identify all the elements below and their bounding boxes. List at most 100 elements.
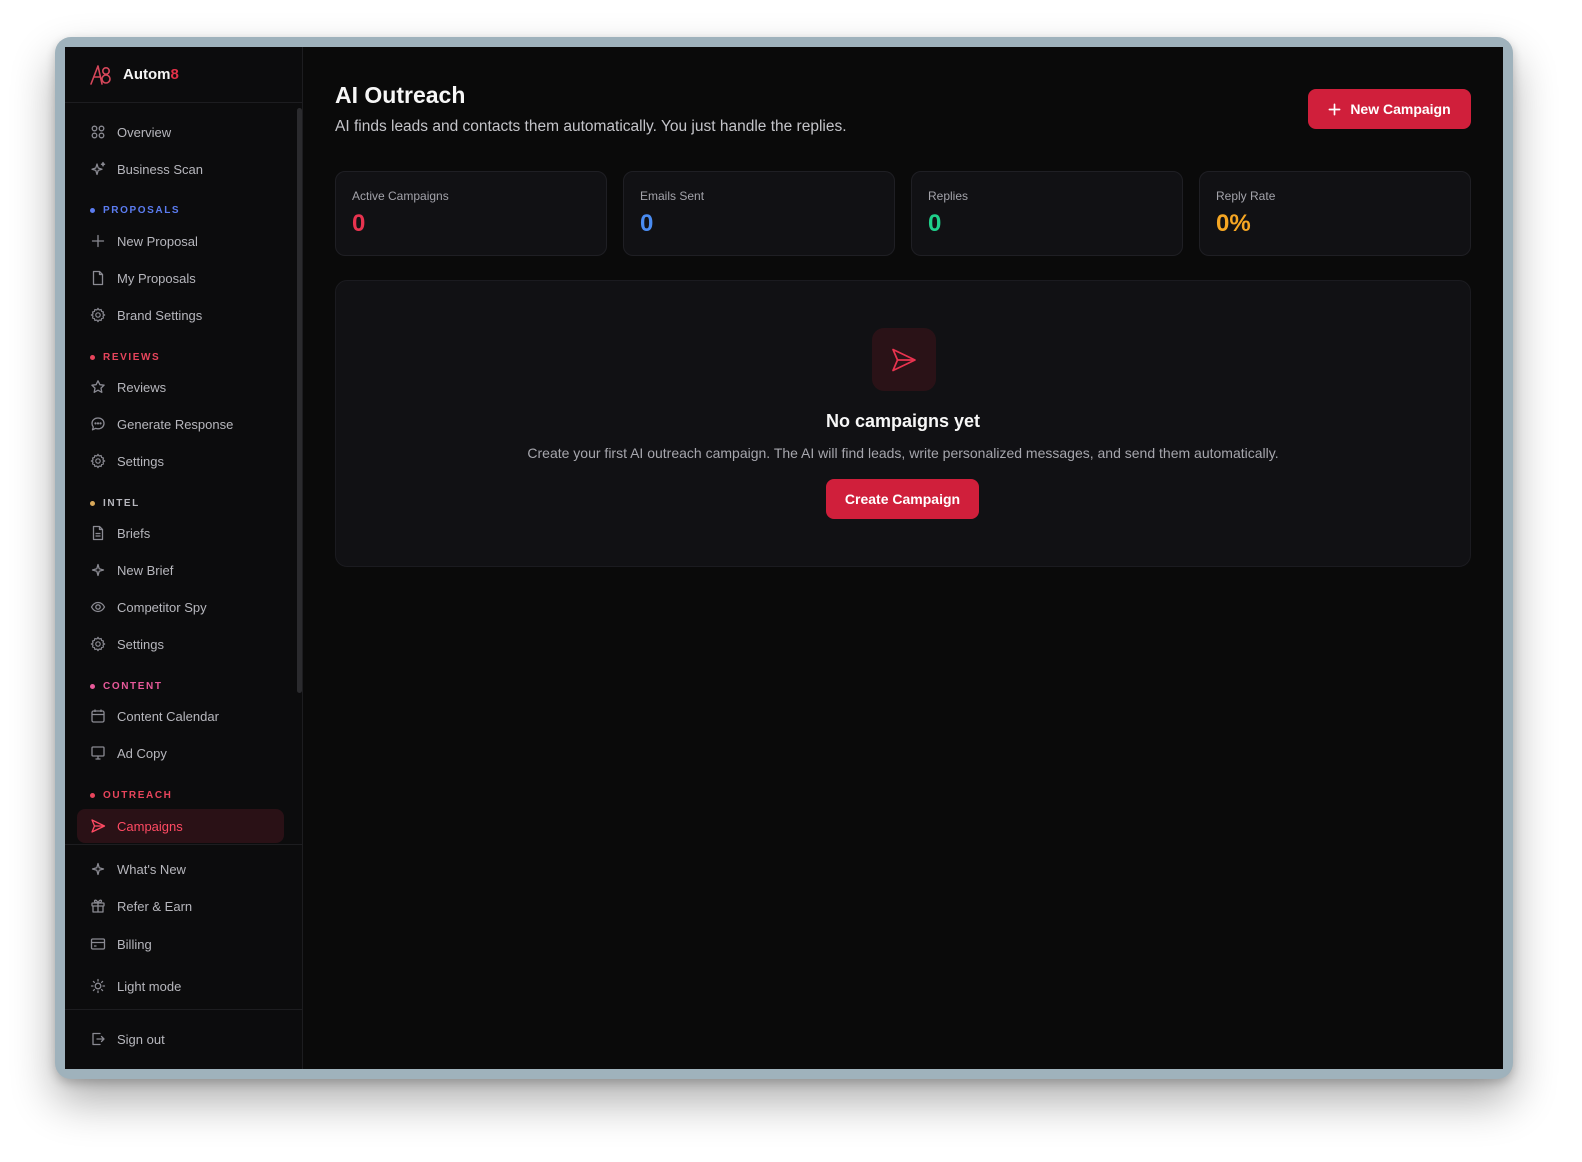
new-campaign-button[interactable]: New Campaign [1308, 89, 1471, 129]
sidebar-item-label: Business Scan [117, 161, 203, 177]
sidebar-item-label: Briefs [117, 525, 151, 541]
empty-state-panel: No campaigns yet Create your first AI ou… [335, 280, 1471, 567]
sidebar-item-label: Overview [117, 124, 172, 140]
stat-label: Emails Sent [640, 189, 705, 203]
send-icon [892, 348, 916, 371]
plus-icon [1328, 103, 1341, 115]
sidebar-item-label: Light mode [117, 978, 182, 994]
brand-header[interactable]: Autom 8 [65, 47, 302, 103]
sidebar-item-light-mode[interactable]: Light mode [77, 969, 284, 1003]
section-label: CONTENT [103, 681, 163, 692]
new-campaign-label: New Campaign [1350, 101, 1451, 117]
sun-icon [90, 978, 106, 994]
sparkle-icon [91, 563, 105, 577]
page-title: AI Outreach [335, 82, 466, 108]
stat-value: 0 [640, 210, 654, 237]
section-dot [90, 208, 95, 213]
sidebar-item-intel-settings[interactable]: Settings [77, 627, 284, 661]
sidebar-item-label: New Proposal [117, 233, 198, 249]
section-reviews: REVIEWS [90, 352, 160, 363]
star-icon [91, 380, 105, 393]
gear-icon [90, 307, 106, 323]
sidebar-scrollbar[interactable] [297, 108, 302, 693]
sidebar-item-briefs[interactable]: Briefs [77, 516, 284, 550]
eye-icon [90, 601, 106, 613]
sidebar-item-generate-response[interactable]: Generate Response [77, 407, 284, 441]
sidebar-item-label: Brand Settings [117, 307, 203, 323]
gear-icon [90, 636, 106, 652]
sidebar-item-label: Reviews [117, 379, 167, 395]
sidebar-item-billing[interactable]: Billing [77, 927, 284, 961]
brand-name: Autom [123, 66, 171, 83]
sidebar-item-new-brief[interactable]: New Brief [77, 553, 284, 587]
sparkle-icon [91, 862, 105, 876]
stat-value: 0 [352, 210, 366, 237]
empty-state-title: No campaigns yet [825, 411, 981, 431]
sidebar-item-reviews-settings[interactable]: Settings [77, 444, 284, 478]
section-content: CONTENT [90, 681, 163, 692]
logo-icon [90, 64, 111, 85]
grid-icon [91, 125, 105, 139]
sidebar-item-brand-settings[interactable]: Brand Settings [77, 298, 284, 332]
sidebar-item-content-calendar[interactable]: Content Calendar [77, 699, 284, 733]
file-icon [92, 270, 104, 286]
credit-card-icon [90, 938, 106, 950]
sidebar-item-label: Campaigns [117, 818, 183, 834]
chat-bubble-icon [91, 417, 105, 431]
brand-accent: 8 [170, 66, 179, 83]
sidebar-item-competitor-spy[interactable]: Competitor Spy [77, 590, 284, 624]
sidebar-item-my-proposals[interactable]: My Proposals [77, 261, 284, 295]
sidebar-item-refer-earn[interactable]: Refer & Earn [77, 889, 284, 923]
page-subtitle: AI finds leads and contacts them automat… [335, 118, 847, 135]
sidebar-item-reviews[interactable]: Reviews [77, 370, 284, 404]
stat-value: 0% [1216, 210, 1251, 237]
stat-value: 0 [928, 210, 942, 237]
sidebar: Autom8 Overview Business Scan PROPOSALS [65, 47, 303, 1069]
calendar-icon [91, 709, 105, 723]
main-content: AI Outreach AI finds leads and contacts … [303, 47, 1503, 1069]
section-dot [90, 501, 95, 506]
section-label: REVIEWS [103, 352, 161, 363]
sidebar-item-label: Competitor Spy [117, 599, 207, 615]
sidebar-divider [65, 844, 303, 845]
app-window: Autom8 Overview Business Scan PROPOSALS [65, 47, 1503, 1069]
sidebar-item-business-scan[interactable]: Business Scan [77, 152, 284, 186]
section-label: PROPOSALS [103, 205, 181, 216]
file-text-icon [92, 525, 104, 541]
sidebar-item-label: Billing [117, 936, 152, 952]
section-label: OUTREACH [103, 790, 173, 801]
stat-label: Replies [928, 189, 969, 203]
section-intel: INTEL [90, 498, 140, 509]
create-campaign-button[interactable]: Create Campaign [826, 479, 979, 519]
sign-out-icon [92, 1032, 105, 1046]
empty-state-description: Create your first AI outreach campaign. … [527, 445, 1279, 461]
stat-card-active-campaigns: Active Campaigns 0 [335, 171, 607, 256]
gift-icon [91, 899, 105, 913]
sidebar-item-ad-copy[interactable]: Ad Copy [77, 736, 284, 770]
sidebar-item-campaigns[interactable]: Campaigns [77, 809, 284, 843]
sidebar-item-label: New Brief [117, 562, 174, 578]
sidebar-divider [65, 1009, 303, 1010]
sidebar-item-label: Settings [117, 453, 164, 469]
stat-label: Active Campaigns [352, 189, 449, 203]
stat-card-emails-sent: Emails Sent 0 [623, 171, 895, 256]
sidebar-item-label: Content Calendar [117, 708, 219, 724]
stat-card-reply-rate: Reply Rate 0% [1199, 171, 1471, 256]
section-outreach: OUTREACH [90, 790, 172, 801]
sidebar-item-sign-out[interactable]: Sign out [77, 1022, 284, 1056]
section-dot [90, 684, 95, 689]
gear-icon [90, 453, 106, 469]
sidebar-item-new-proposal[interactable]: New Proposal [77, 224, 284, 258]
sidebar-scroll-region: Overview Business Scan PROPOSALS New Pro… [65, 104, 303, 844]
section-dot [90, 355, 95, 360]
sidebar-item-label: What's New [117, 861, 186, 877]
plus-icon [91, 234, 105, 248]
section-dot [90, 793, 95, 798]
send-icon [91, 819, 106, 833]
sidebar-item-whats-new[interactable]: What's New [77, 852, 284, 886]
sidebar-item-overview[interactable]: Overview [77, 115, 284, 149]
sparkle-icon [91, 161, 106, 176]
empty-state-icon [872, 328, 936, 391]
sidebar-item-label: Sign out [117, 1031, 165, 1047]
section-proposals: PROPOSALS [90, 205, 180, 216]
